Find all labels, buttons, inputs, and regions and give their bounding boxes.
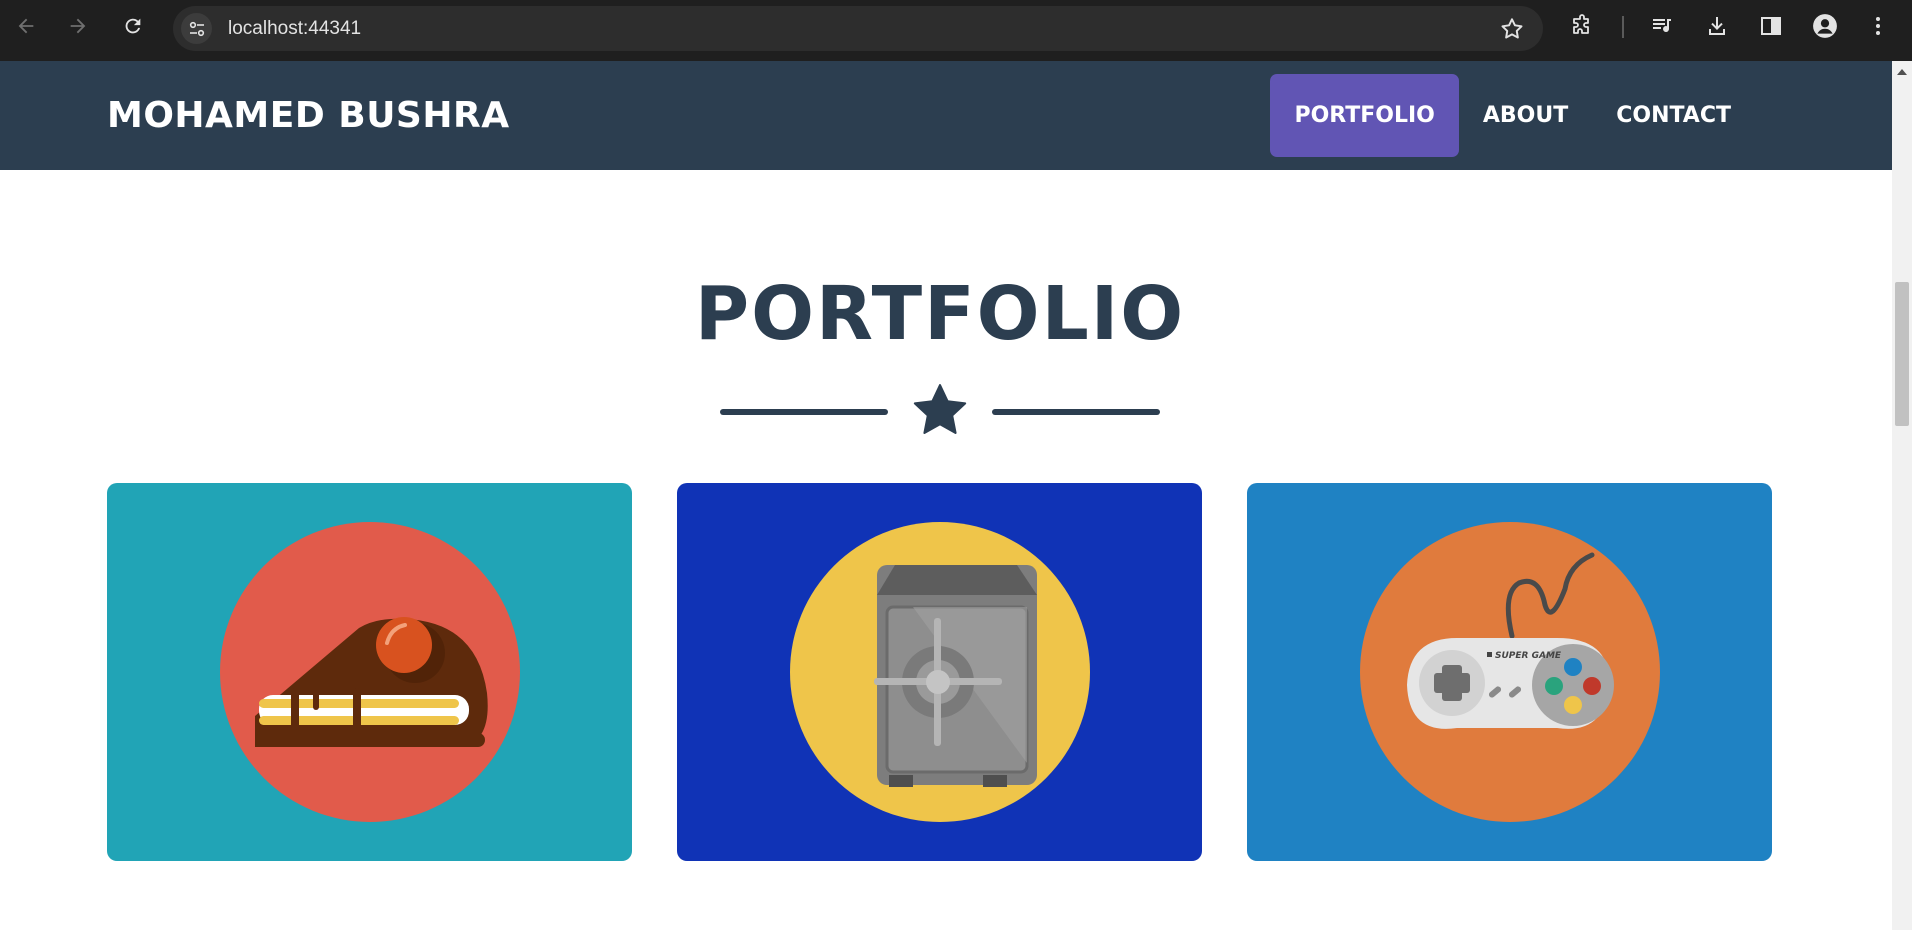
portfolio-heading: PORTFOLIO: [694, 271, 1186, 357]
download-icon[interactable]: [1703, 12, 1731, 40]
heading-divider: [720, 381, 1160, 441]
site-brand[interactable]: MOHAMED BUSHRA: [107, 61, 510, 170]
forward-icon[interactable]: [64, 12, 92, 40]
back-icon[interactable]: [12, 12, 40, 40]
site-navbar: MOHAMED BUSHRA PORTFOLIO ABOUT CONTACT: [0, 61, 1892, 170]
safe-icon: [677, 483, 1202, 861]
portfolio-card-safe[interactable]: [677, 483, 1202, 861]
bookmark-star-icon[interactable]: [1499, 16, 1525, 42]
portfolio-card-cake[interactable]: [107, 483, 632, 861]
divider-line-left: [720, 409, 888, 415]
site-info-icon[interactable]: [181, 13, 212, 44]
media-controls-icon[interactable]: [1648, 12, 1676, 40]
divider-line-right: [992, 409, 1160, 415]
portfolio-card-game-controller[interactable]: SUPER GAME: [1247, 483, 1772, 861]
menu-icon[interactable]: [1864, 12, 1892, 40]
profile-icon[interactable]: [1811, 12, 1839, 40]
nav-item-contact[interactable]: CONTACT: [1592, 74, 1755, 157]
scroll-up-arrow-icon[interactable]: [1897, 69, 1907, 75]
cake-icon: [107, 483, 632, 861]
address-bar[interactable]: localhost:44341: [173, 6, 1543, 51]
nav-menu: PORTFOLIO ABOUT CONTACT: [1270, 74, 1755, 157]
star-icon: [913, 384, 967, 434]
nav-item-about[interactable]: ABOUT: [1459, 74, 1592, 157]
toolbar-separator: [1622, 16, 1624, 38]
browser-toolbar: localhost:44341: [0, 0, 1912, 61]
controller-label: SUPER GAME: [1495, 651, 1562, 661]
reload-icon[interactable]: [119, 12, 147, 40]
game-controller-icon: SUPER GAME: [1247, 483, 1772, 861]
nav-item-portfolio[interactable]: PORTFOLIO: [1270, 74, 1459, 157]
extensions-icon[interactable]: [1568, 12, 1596, 40]
page-scrollbar[interactable]: [1892, 61, 1912, 930]
side-panel-icon[interactable]: [1757, 12, 1785, 40]
page-viewport: MOHAMED BUSHRA PORTFOLIO ABOUT CONTACT P…: [0, 61, 1912, 930]
scroll-thumb[interactable]: [1895, 282, 1909, 426]
url-text[interactable]: localhost:44341: [228, 6, 361, 51]
